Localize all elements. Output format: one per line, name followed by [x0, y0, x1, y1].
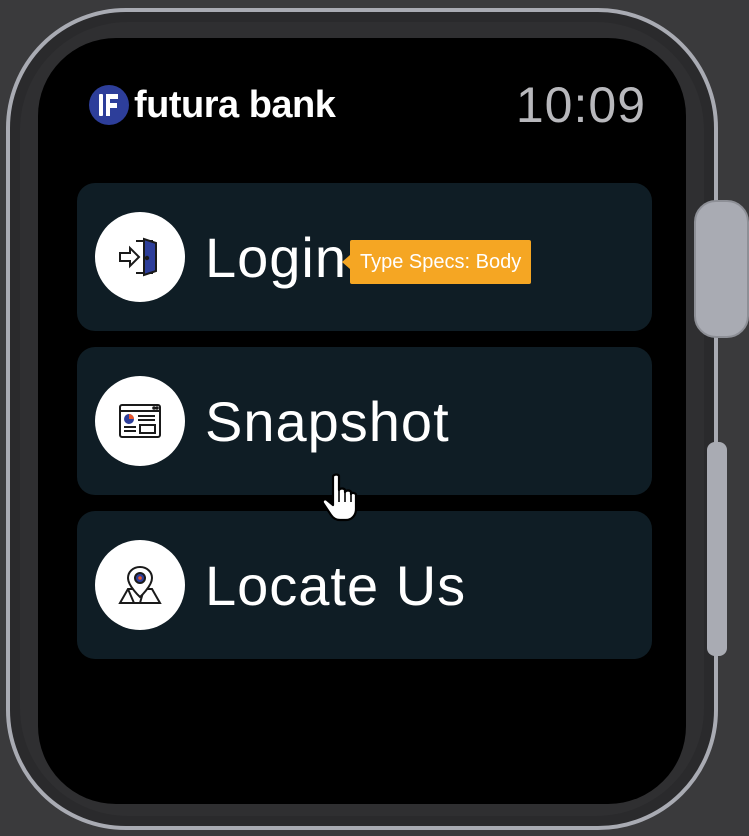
- watch-screen: futura bank 10:09 Login Type Specs: Body: [38, 38, 686, 804]
- menu-item-login[interactable]: Login Type Specs: Body: [77, 183, 652, 331]
- digital-crown[interactable]: [694, 200, 749, 338]
- main-menu: Login Type Specs: Body Snapshot Locate U…: [77, 183, 652, 675]
- side-button[interactable]: [707, 442, 727, 656]
- brand-name: futura bank: [134, 83, 336, 126]
- menu-item-label: Snapshot: [205, 389, 450, 453]
- header: futura bank 10:09: [88, 76, 648, 136]
- watch-mockup: futura bank 10:09 Login Type Specs: Body: [0, 0, 749, 836]
- map-pin-icon: [95, 540, 185, 630]
- menu-item-locate-us[interactable]: Locate Us: [77, 511, 652, 659]
- type-specs-tooltip: Type Specs: Body: [341, 240, 532, 284]
- door-enter-icon: [95, 212, 185, 302]
- clock-time: 10:09: [515, 77, 646, 133]
- brand: futura bank: [88, 80, 336, 130]
- dashboard-snapshot-icon: [95, 376, 185, 466]
- menu-item-label: Login: [205, 225, 348, 289]
- menu-item-snapshot[interactable]: Snapshot: [77, 347, 652, 495]
- hand-pointer-cursor-icon: [321, 472, 361, 524]
- menu-item-label: Locate Us: [205, 553, 467, 617]
- futura-bank-logo-icon: [88, 84, 130, 126]
